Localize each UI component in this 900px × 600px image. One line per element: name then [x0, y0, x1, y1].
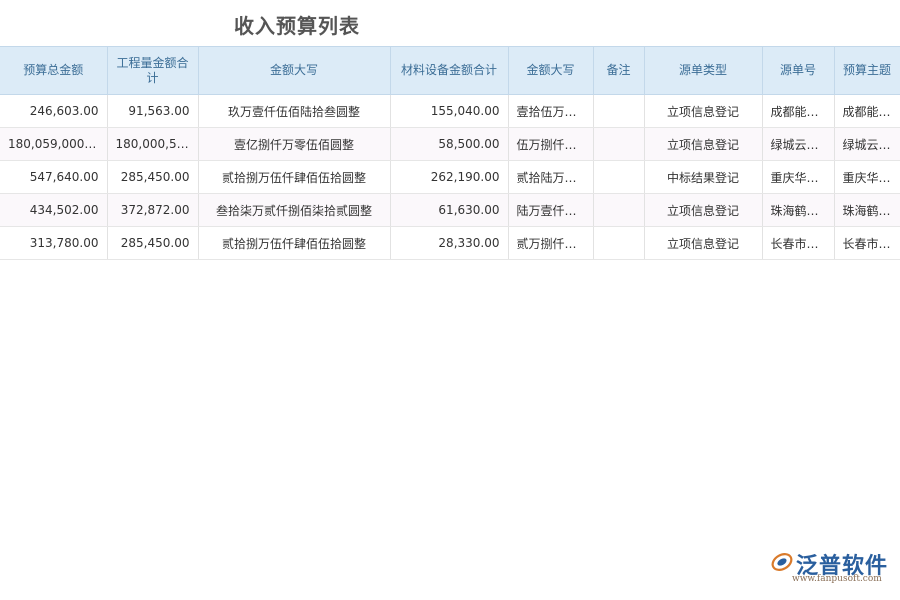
cell-amount-in-words: 贰拾捌万伍仟肆佰伍拾圆整 — [198, 161, 390, 194]
table-row[interactable]: 434,502.00 372,872.00 叁拾柒万贰仟捌佰柒拾贰圆整 61,6… — [0, 194, 900, 227]
cell-budget-subject: 重庆华… — [834, 161, 900, 194]
cell-remark — [593, 194, 644, 227]
cell-source-type: 中标结果登记 — [644, 161, 762, 194]
cell-budget-subject: 长春市… — [834, 227, 900, 260]
cell-remark — [593, 95, 644, 128]
cell-amount-in-words-2: 陆万壹仟… — [508, 194, 593, 227]
fanpu-logo-icon — [770, 550, 794, 574]
col-header-remark[interactable]: 备注 — [593, 47, 644, 95]
cell-source-type: 立项信息登记 — [644, 227, 762, 260]
cell-material-equipment-total: 61,630.00 — [390, 194, 508, 227]
col-header-amount-in-words-2[interactable]: 金额大写 — [508, 47, 593, 95]
cell-quantity-amount-total: 372,872.00 — [107, 194, 198, 227]
logo-url: www.fanpusoft.com — [792, 574, 882, 584]
table-row[interactable]: 180,059,000.00 180,000,50… 壹亿捌仟万零伍佰圆整 58… — [0, 128, 900, 161]
cell-source-number[interactable]: 长春市… — [762, 227, 834, 260]
cell-quantity-amount-total: 285,450.00 — [107, 227, 198, 260]
table-header-row: 预算总金额 工程量金额合计 金额大写 材料设备金额合计 金额大写 备注 源单类型… — [0, 47, 900, 95]
col-header-material-equipment-total[interactable]: 材料设备金额合计 — [390, 47, 508, 95]
table-row[interactable]: 246,603.00 91,563.00 玖万壹仟伍佰陆拾叁圆整 155,040… — [0, 95, 900, 128]
cell-quantity-amount-total: 180,000,50… — [107, 128, 198, 161]
cell-material-equipment-total: 58,500.00 — [390, 128, 508, 161]
cell-amount-in-words-2: 伍万捌仟… — [508, 128, 593, 161]
cell-source-type: 立项信息登记 — [644, 128, 762, 161]
cell-remark — [593, 161, 644, 194]
cell-material-equipment-total: 28,330.00 — [390, 227, 508, 260]
cell-budget-total: 246,603.00 — [0, 95, 107, 128]
table-row[interactable]: 313,780.00 285,450.00 贰拾捌万伍仟肆佰伍拾圆整 28,33… — [0, 227, 900, 260]
cell-source-number[interactable]: 重庆华… — [762, 161, 834, 194]
cell-material-equipment-total: 155,040.00 — [390, 95, 508, 128]
cell-budget-total: 547,640.00 — [0, 161, 107, 194]
cell-amount-in-words: 玖万壹仟伍佰陆拾叁圆整 — [198, 95, 390, 128]
page-title: 收入预算列表 — [234, 10, 360, 39]
cell-budget-total: 313,780.00 — [0, 227, 107, 260]
cell-source-number[interactable]: 绿城云… — [762, 128, 834, 161]
cell-budget-total: 180,059,000.00 — [0, 128, 107, 161]
cell-source-type: 立项信息登记 — [644, 95, 762, 128]
cell-amount-in-words-2: 贰拾陆万… — [508, 161, 593, 194]
cell-amount-in-words: 贰拾捌万伍仟肆佰伍拾圆整 — [198, 227, 390, 260]
cell-quantity-amount-total: 91,563.00 — [107, 95, 198, 128]
cell-budget-subject: 成都能… — [834, 95, 900, 128]
cell-amount-in-words: 叁拾柒万贰仟捌佰柒拾贰圆整 — [198, 194, 390, 227]
cell-budget-subject: 绿城云… — [834, 128, 900, 161]
brand-logo: 泛普软件 www.fanpusoft.com — [770, 548, 890, 588]
col-header-source-number[interactable]: 源单号 — [762, 47, 834, 95]
cell-quantity-amount-total: 285,450.00 — [107, 161, 198, 194]
cell-remark — [593, 128, 644, 161]
cell-budget-subject: 珠海鹤… — [834, 194, 900, 227]
cell-material-equipment-total: 262,190.00 — [390, 161, 508, 194]
cell-amount-in-words: 壹亿捌仟万零伍佰圆整 — [198, 128, 390, 161]
col-header-budget-total[interactable]: 预算总金额 — [0, 47, 107, 95]
income-budget-table: 预算总金额 工程量金额合计 金额大写 材料设备金额合计 金额大写 备注 源单类型… — [0, 46, 900, 260]
cell-budget-total: 434,502.00 — [0, 194, 107, 227]
col-header-quantity-amount-total[interactable]: 工程量金额合计 — [107, 47, 198, 95]
col-header-amount-in-words[interactable]: 金额大写 — [198, 47, 390, 95]
cell-source-type: 立项信息登记 — [644, 194, 762, 227]
cell-remark — [593, 227, 644, 260]
cell-source-number[interactable]: 珠海鹤… — [762, 194, 834, 227]
cell-amount-in-words-2: 壹拾伍万… — [508, 95, 593, 128]
col-header-source-type[interactable]: 源单类型 — [644, 47, 762, 95]
cell-amount-in-words-2: 贰万捌仟… — [508, 227, 593, 260]
cell-source-number[interactable]: 成都能… — [762, 95, 834, 128]
col-header-budget-subject[interactable]: 预算主题 — [834, 47, 900, 95]
table-row[interactable]: 547,640.00 285,450.00 贰拾捌万伍仟肆佰伍拾圆整 262,1… — [0, 161, 900, 194]
